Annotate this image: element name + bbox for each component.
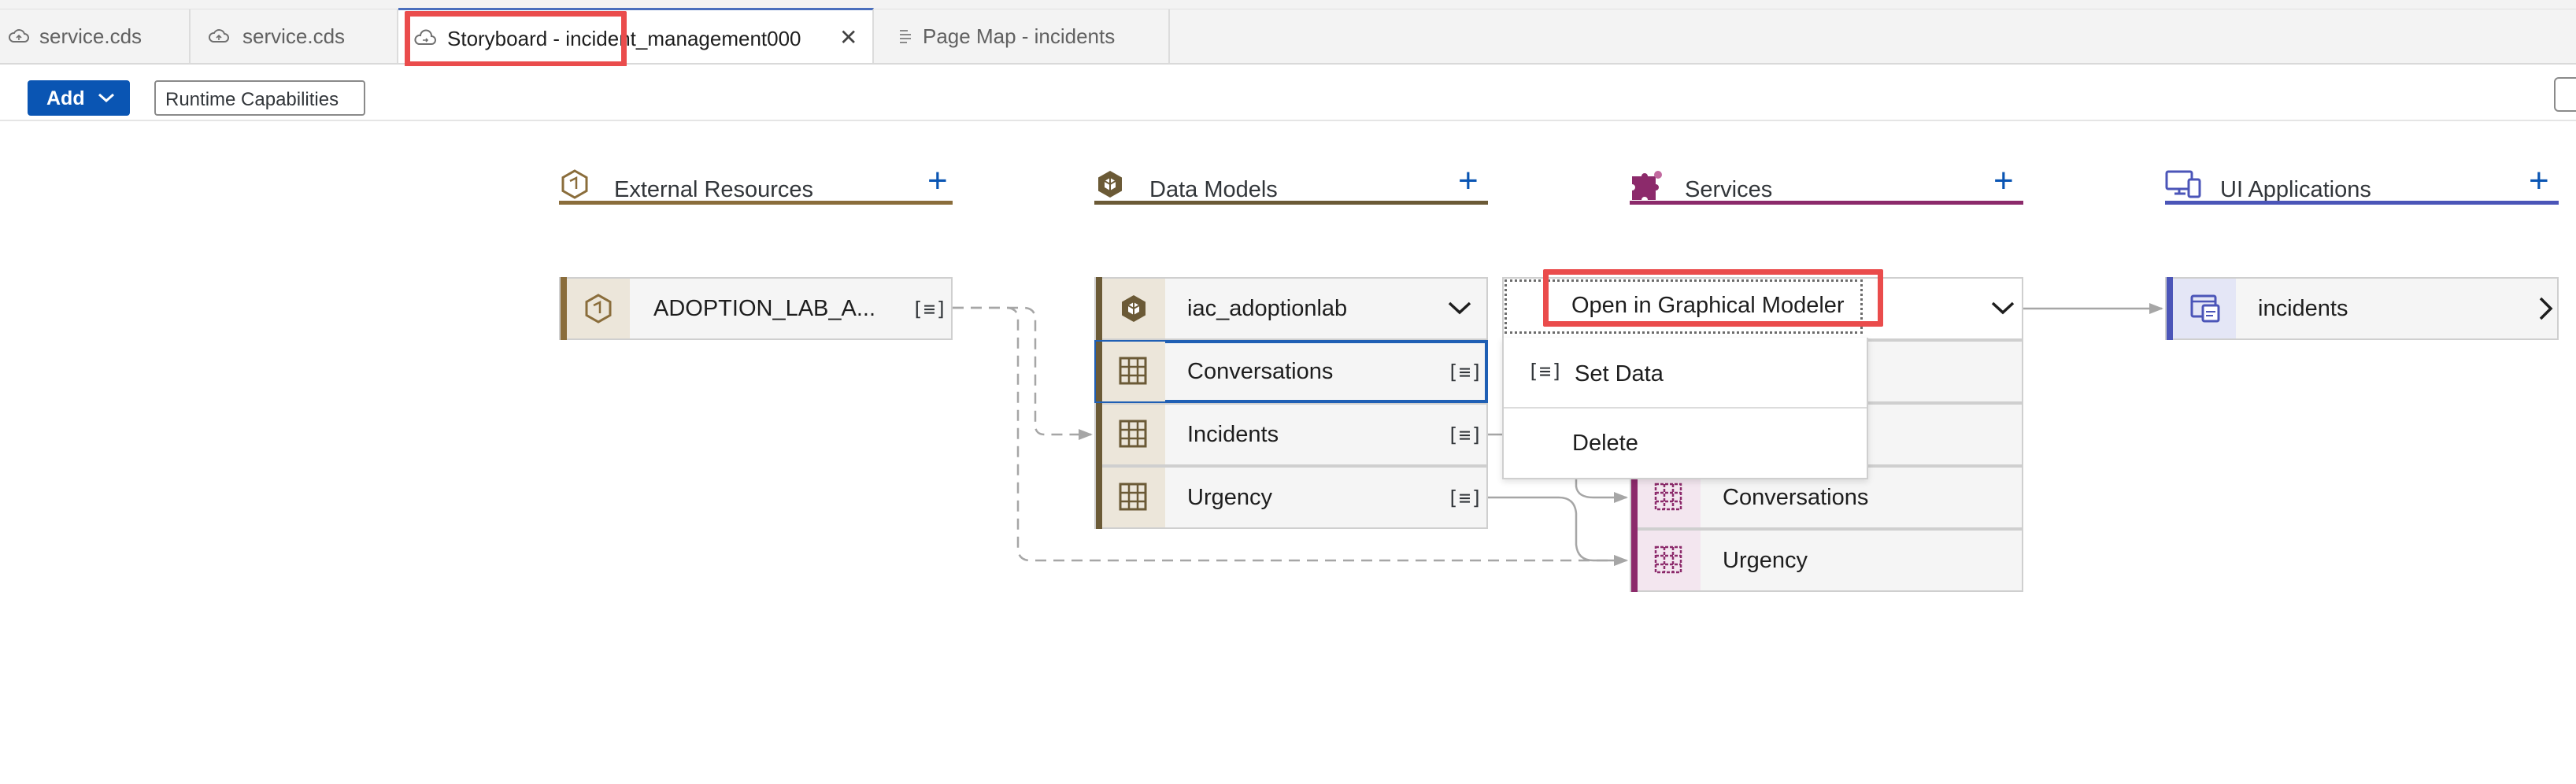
chevron-right-icon[interactable] (2537, 296, 2556, 321)
set-data-icon[interactable]: [≡] (1447, 486, 1482, 509)
ui-application-node[interactable]: incidents (2165, 277, 2559, 340)
menu-item-label: Delete (1572, 431, 1638, 456)
open-in-graphical-modeler-item[interactable]: Open in Graphical Modeler (1505, 279, 1863, 334)
menu-item-label: Open in Graphical Modeler (1571, 293, 1845, 318)
set-data-icon[interactable]: [≡] (912, 298, 947, 320)
entity-node-conversations[interactable]: Conversations [≡] (1094, 340, 1488, 403)
node-stripe (561, 277, 567, 340)
node-name: Conversations (1187, 359, 1334, 384)
table-icon (1102, 468, 1165, 527)
node-name: ADOPTION_LAB_A... (653, 296, 876, 321)
external-resource-icon (567, 279, 630, 338)
node-name: iac_adoptionlab (1187, 296, 1348, 321)
node-name: Urgency (1723, 548, 1808, 573)
entity-node-incidents[interactable]: Incidents [≡] (1094, 403, 1488, 466)
table-icon (1638, 531, 1701, 590)
table-icon (1102, 342, 1165, 401)
external-resource-node[interactable]: ADOPTION_LAB_A... [≡] (559, 277, 953, 340)
node-stripe (1096, 403, 1102, 466)
node-stripe (2167, 277, 2173, 340)
set-data-icon[interactable]: [≡] (1447, 423, 1482, 446)
service-entity-urgency[interactable]: Urgency (1630, 529, 2023, 592)
node-name: Urgency (1187, 485, 1272, 510)
app-icon (2173, 279, 2236, 338)
solid-connector (1488, 496, 1628, 566)
set-data-icon: [≡] (1527, 360, 1564, 383)
set-data-icon[interactable]: [≡] (1447, 361, 1482, 383)
node-stripe (1096, 466, 1102, 529)
dashed-connector (953, 306, 1093, 440)
table-icon (1102, 405, 1165, 464)
menu-item-set-data[interactable]: [≡] Set Data (1504, 338, 1867, 407)
node-stripe (1631, 529, 1638, 592)
chevron-down-icon[interactable] (1447, 299, 1472, 318)
node-stripe (1096, 342, 1102, 401)
data-model-node[interactable]: iac_adoptionlab (1094, 277, 1488, 340)
menu-item-label: Set Data (1575, 361, 1664, 386)
chevron-down-icon[interactable] (1990, 299, 2015, 318)
node-name: Incidents (1187, 422, 1279, 447)
menu-item-delete[interactable]: Delete (1504, 409, 1867, 478)
context-menu: [≡] Set Data Delete (1502, 338, 1868, 479)
node-name: incidents (2258, 296, 2348, 321)
entity-node-urgency[interactable]: Urgency [≡] (1094, 466, 1488, 529)
cube-icon (1102, 279, 1165, 338)
node-stripe (1096, 277, 1102, 340)
node-name: Conversations (1723, 485, 1869, 510)
